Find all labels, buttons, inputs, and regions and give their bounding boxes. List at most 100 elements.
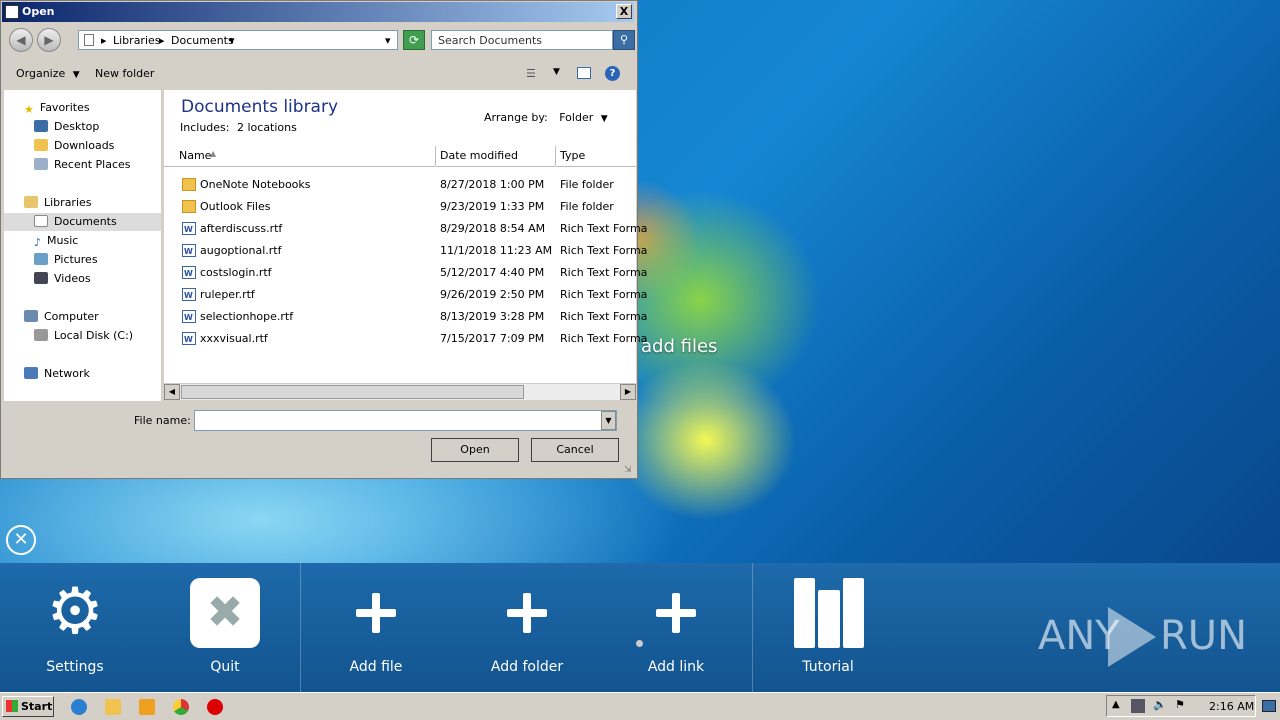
cancel-button[interactable]: Cancel (531, 438, 619, 462)
file-row[interactable]: Outlook Files 9/23/2019 1:33 PM File folde… (164, 196, 636, 218)
rtf-file-icon (182, 263, 196, 285)
preview-pane-icon[interactable] (577, 67, 591, 79)
organize-button[interactable]: Organize ▼ (16, 67, 80, 80)
start-button[interactable]: Start (2, 696, 54, 717)
file-date: 9/23/2019 1:33 PM (440, 200, 545, 213)
file-row[interactable]: xxxvisual.rtf 7/15/2017 7:09 PM Rich Text … (164, 328, 647, 351)
ie-icon[interactable] (71, 699, 87, 715)
file-row[interactable]: augoptional.rtf 11/1/2018 11:23 AM Rich Te… (164, 240, 647, 263)
nav-downloads[interactable]: Downloads (34, 137, 114, 155)
media-player-icon[interactable] (139, 699, 155, 715)
address-bar[interactable]: ▸ Libraries ▸ Documents ▾ ▾ (78, 30, 398, 50)
tray-expand-icon[interactable]: ▲ (1112, 699, 1120, 710)
chrome-icon[interactable] (173, 699, 189, 715)
filename-dropdown-icon[interactable]: ▼ (601, 411, 616, 430)
nav-label: Downloads (54, 139, 115, 152)
column-label: Type (560, 149, 586, 162)
file-row[interactable]: costslogin.rtf 5/12/2017 4:40 PM Rich Text… (164, 262, 647, 285)
clock[interactable]: 2:16 AM (1209, 700, 1254, 713)
nav-label: Pictures (54, 253, 98, 266)
dialog-titlebar[interactable]: Open X (2, 2, 634, 22)
search-input[interactable]: Search Documents (431, 30, 613, 50)
help-icon[interactable]: ? (605, 66, 620, 81)
plus-icon (654, 591, 698, 635)
nav-music[interactable]: ♪ Music (34, 232, 78, 250)
filename-input[interactable] (194, 410, 617, 431)
nav-libraries[interactable]: Libraries (24, 194, 92, 212)
refresh-icon[interactable]: ⟳ (403, 30, 425, 50)
file-row[interactable]: OneNote Notebooks 8/27/2018 1:00 PM File f… (164, 174, 636, 196)
back-button[interactable]: ◀ (9, 28, 33, 52)
add-file-label: Add file (349, 659, 403, 675)
add-link-tile[interactable]: Add link (601, 563, 751, 692)
quit-tile[interactable]: ✖ Quit (150, 563, 300, 692)
volume-icon[interactable]: 🔈 (1153, 698, 1167, 711)
dialog-close-button[interactable]: X (616, 4, 632, 19)
rtf-file-icon (182, 241, 196, 263)
file-date: 9/26/2019 2:50 PM (440, 288, 545, 301)
file-date: 11/1/2018 11:23 AM (440, 244, 553, 257)
new-folder-button[interactable]: New folder (95, 67, 154, 80)
antivirus-icon[interactable] (207, 699, 223, 715)
includes-label: Includes: (180, 121, 230, 134)
nav-pictures[interactable]: Pictures (34, 251, 98, 269)
star-icon: ★ (24, 103, 34, 116)
nav-label: Libraries (44, 196, 92, 209)
view-options-icon[interactable]: ☰ (526, 67, 536, 80)
taskbar (0, 692, 1280, 720)
network-tray-icon[interactable] (1131, 699, 1145, 713)
add-folder-tile[interactable]: Add folder (452, 563, 602, 692)
file-type: Rich Text Forma (560, 222, 648, 235)
nav-documents[interactable]: Documents (4, 213, 161, 231)
nav-videos[interactable]: Videos (34, 270, 91, 288)
scroll-thumb[interactable] (181, 385, 524, 399)
resize-grip-icon[interactable]: ⇲ (624, 465, 632, 475)
watermark-right: RUN (1160, 613, 1247, 659)
column-header-name[interactable]: Name ▲ (164, 146, 435, 167)
file-type: Rich Text Forma (560, 266, 648, 279)
folder-icon (182, 178, 196, 191)
nav-desktop[interactable]: Desktop (34, 118, 99, 136)
column-header-date[interactable]: Date modified (436, 146, 555, 167)
explorer-icon[interactable] (105, 699, 121, 715)
column-header-type[interactable]: Type (556, 146, 636, 167)
navigation-pane: ★ Favorites Desktop Downloads Recent Plac… (4, 90, 161, 401)
file-row[interactable]: selectionhope.rtf 8/13/2019 3:28 PM Rich T… (164, 306, 647, 329)
view-dropdown-icon[interactable]: ▼ (553, 67, 560, 77)
tutorial-tile[interactable]: Tutorial (753, 563, 903, 692)
nav-network[interactable]: Network (24, 365, 90, 383)
search-icon[interactable]: ⚲ (613, 30, 635, 50)
file-row[interactable]: ruleper.rtf 9/26/2019 2:50 PM Rich Text Fo… (164, 284, 647, 307)
nav-recent-places[interactable]: Recent Places (34, 156, 131, 174)
videos-icon (34, 272, 48, 284)
address-dropdown-icon[interactable]: ▾ (385, 34, 391, 47)
settings-label: Settings (46, 659, 104, 675)
horizontal-scrollbar[interactable]: ◀ ▶ (164, 383, 636, 400)
scroll-left-icon[interactable]: ◀ (164, 384, 180, 400)
music-icon: ♪ (34, 236, 42, 249)
flag-icon[interactable]: ⚑ (1175, 698, 1185, 711)
breadcrumb-documents[interactable]: Documents (171, 34, 234, 47)
add-file-tile[interactable]: Add file (301, 563, 451, 692)
breadcrumb-libraries[interactable]: Libraries (113, 34, 161, 47)
includes-link[interactable]: 2 locations (237, 121, 297, 134)
tutorial-label: Tutorial (802, 659, 854, 675)
forward-button[interactable]: ▶ (37, 28, 61, 52)
plus-icon (354, 591, 398, 635)
nav-local-disk[interactable]: Local Disk (C:) (34, 327, 133, 345)
open-button[interactable]: Open (431, 438, 519, 462)
organize-label: Organize (16, 67, 66, 80)
pictures-icon (34, 253, 48, 265)
arrange-dropdown[interactable]: Folder (559, 111, 593, 124)
chevron-down-icon[interactable]: ▼ (601, 114, 608, 124)
breadcrumb-chevron-icon[interactable]: ▾ (229, 34, 235, 47)
arrange-label: Arrange by: (484, 111, 548, 124)
file-name: augoptional.rtf (200, 244, 282, 257)
nav-favorites[interactable]: ★ Favorites (24, 99, 90, 117)
nav-computer[interactable]: Computer (24, 308, 99, 326)
scroll-right-icon[interactable]: ▶ (620, 384, 636, 400)
close-overlay-icon[interactable]: ✕ (6, 525, 36, 555)
file-row[interactable]: afterdiscuss.rtf 8/29/2018 8:54 AM Rich Te… (164, 218, 647, 241)
show-desktop-icon[interactable] (1262, 700, 1276, 712)
settings-tile[interactable]: ⚙ Settings (0, 563, 150, 692)
